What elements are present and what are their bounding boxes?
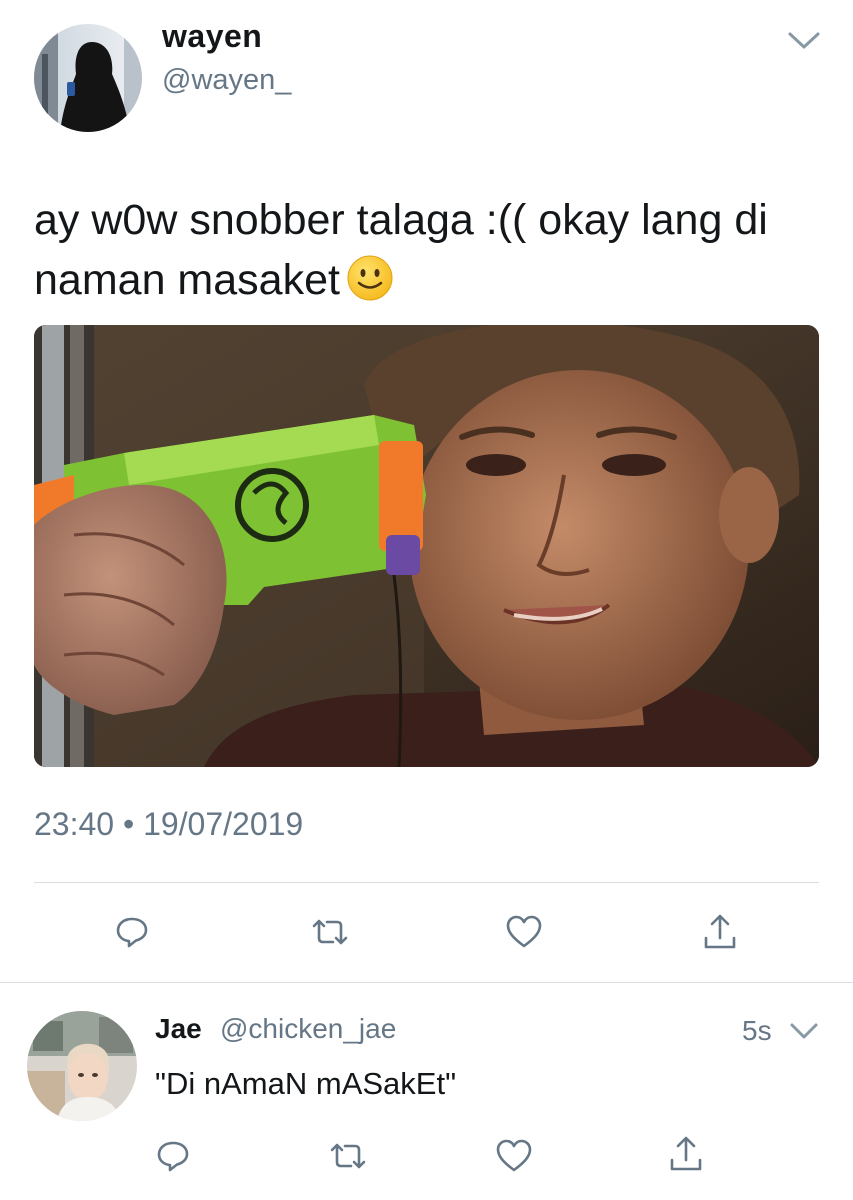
reply-author-avatar[interactable] [27, 1011, 137, 1121]
author-avatar[interactable] [34, 24, 142, 132]
reply-icon[interactable] [112, 912, 152, 952]
chevron-down-icon[interactable] [786, 28, 822, 52]
tweet-page: wayen @wayen_ ay w0w snobber talaga :(( … [0, 0, 853, 1200]
reply-text: "Di nAmaN mASakEt" [155, 1066, 457, 1101]
reply-icon[interactable] [153, 1136, 193, 1176]
like-icon[interactable] [494, 1136, 534, 1176]
share-icon[interactable] [666, 1132, 706, 1176]
tweet-text-content: ay w0w snobber talaga :(( okay lang di n… [34, 196, 768, 304]
retweet-icon[interactable] [326, 1136, 370, 1176]
reply-author-name[interactable]: Jae [155, 1013, 202, 1045]
retweet-icon[interactable] [308, 912, 352, 952]
share-icon[interactable] [700, 910, 740, 954]
chevron-down-icon[interactable] [788, 1020, 820, 1042]
like-icon[interactable] [504, 912, 544, 952]
smiling-face-emoji-icon [346, 254, 394, 318]
divider [34, 882, 819, 883]
divider [0, 982, 853, 983]
tweet-text: ay w0w snobber talaga :(( okay lang di n… [34, 190, 824, 318]
reply-time: 5s [742, 1015, 772, 1046]
tweet-timestamp[interactable]: 23:40 • 19/07/2019 [34, 806, 303, 843]
reply-author-handle[interactable]: @chicken_jae [220, 1013, 396, 1045]
author-handle[interactable]: @wayen_ [162, 64, 291, 97]
author-name[interactable]: wayen [162, 18, 262, 55]
tweet-media-photo[interactable] [34, 325, 819, 767]
